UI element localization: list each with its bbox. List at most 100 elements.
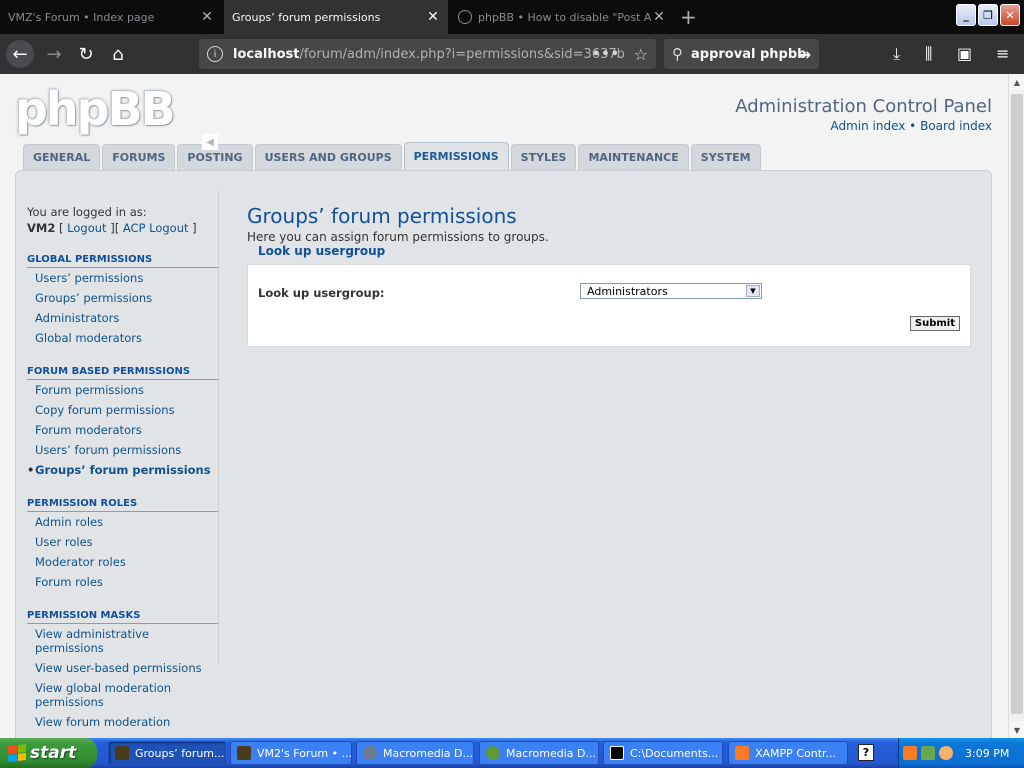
page-scrollbar[interactable]: ▲ ▼ — [1008, 74, 1024, 738]
menu-item-view-user-based-permissions[interactable]: View user-based permissions — [27, 658, 218, 678]
username: VM2 — [27, 221, 56, 235]
page-actions-icon[interactable]: ••• — [592, 47, 620, 62]
download-icon[interactable]: ⤓ — [893, 44, 900, 64]
scroll-up-arrow-icon[interactable]: ▲ — [1009, 74, 1024, 90]
windows-logo-icon — [8, 744, 26, 762]
url-bar[interactable]: i localhost/forum/adm/index.php?i=permis… — [199, 39, 656, 69]
menu-item-users-permissions[interactable]: Users’ permissions — [27, 268, 218, 288]
section-title-global-permissions: GLOBAL PERMISSIONS — [27, 254, 218, 268]
taskbar-item-macromedia-1[interactable]: Macromedia D... — [356, 741, 474, 765]
close-window-button[interactable]: ✕ — [1000, 4, 1020, 26]
navigation-toolbar: ← → ↻ ⌂ i localhost/forum/adm/index.php?… — [0, 34, 1024, 74]
tab-label: VMZ's Forum • Index page — [8, 10, 155, 24]
link-separator: • — [909, 119, 917, 133]
page-title: Groups’ forum permissions — [247, 204, 517, 228]
scroll-down-arrow-icon[interactable]: ▼ — [1009, 722, 1024, 738]
tab-users-and-groups[interactable]: USERS AND GROUPS — [254, 144, 402, 170]
window-controls: _ ❐ ✕ — [956, 4, 1020, 26]
menu-item-admin-roles[interactable]: Admin roles — [27, 512, 218, 532]
info-icon[interactable]: i — [207, 46, 223, 62]
system-tray: 3:09 PM — [898, 738, 1024, 768]
menu-item-global-moderators[interactable]: Global moderators — [27, 328, 218, 348]
close-icon[interactable]: ✕ — [426, 9, 440, 25]
menu-item-administrators[interactable]: Administrators — [27, 308, 218, 328]
board-index-link[interactable]: Board index — [920, 119, 992, 133]
task-label: Macromedia D... — [383, 746, 474, 760]
taskbar-item-macromedia-2[interactable]: Macromedia D... — [479, 741, 599, 765]
home-icon[interactable]: ⌂ — [104, 40, 132, 68]
submit-button[interactable]: Submit — [909, 316, 960, 331]
menu-item-users-forum-permissions[interactable]: Users’ forum permissions — [27, 440, 218, 460]
header-links: Admin index • Board index — [830, 119, 992, 133]
search-bar[interactable]: ⚲ approval phpbb → — [664, 39, 819, 69]
section-title-permission-roles: PERMISSION ROLES — [27, 498, 218, 512]
menu-item-view-forum-moderation[interactable]: View forum moderation — [27, 712, 218, 732]
menu-item-groups-permissions[interactable]: Groups’ permissions — [27, 288, 218, 308]
reload-icon[interactable]: ↻ — [72, 40, 100, 68]
help-icon[interactable]: ? — [858, 744, 874, 761]
menu-item-forum-permissions[interactable]: Forum permissions — [27, 380, 218, 400]
tab-permissions[interactable]: PERMISSIONS — [403, 142, 509, 170]
menu-item-forum-moderators[interactable]: Forum moderators — [27, 420, 218, 440]
browser-tab-phpbb-how-to[interactable]: phpBB • How to disable "Post Ap ✕ — [450, 0, 674, 34]
taskbar-item-xampp[interactable]: XAMPP Contr... — [728, 741, 848, 765]
browser-tab-forum-index[interactable]: VMZ's Forum • Index page ✕ — [0, 0, 222, 34]
phpbb-logo[interactable]: phpBB — [15, 82, 176, 136]
logged-in-as-label: You are logged in as: — [27, 205, 147, 219]
section-title-permission-masks: PERMISSION MASKS — [27, 610, 218, 624]
tab-styles[interactable]: STYLES — [510, 144, 577, 170]
search-tray-icon[interactable] — [939, 746, 953, 760]
menu-item-copy-forum-permissions[interactable]: Copy forum permissions — [27, 400, 218, 420]
lookup-usergroup-fieldset: Look up usergroup: Administrators ▼ Subm… — [247, 264, 971, 347]
collapse-sidebar-icon[interactable]: ◀ — [202, 134, 218, 150]
fieldset-legend: Look up usergroup — [258, 244, 386, 258]
firefox-icon — [237, 746, 251, 760]
minimize-button[interactable]: _ — [956, 4, 976, 26]
sidebar-divider — [218, 190, 219, 664]
forward-arrow-icon[interactable]: → — [40, 40, 68, 68]
library-icon[interactable]: ⫼ — [925, 44, 932, 64]
tab-label: Groups’ forum permissions — [232, 10, 381, 24]
close-icon[interactable]: ✕ — [652, 9, 666, 25]
back-arrow-icon[interactable]: ← — [6, 40, 34, 68]
xampp-icon — [735, 746, 749, 760]
menu-item-forum-roles[interactable]: Forum roles — [27, 572, 218, 592]
taskbar-item-firefox-forum[interactable]: VM2's Forum • ... — [230, 741, 352, 765]
search-icon: ⚲ — [672, 45, 683, 63]
menu-item-view-global-moderation-permissions[interactable]: View global moderation permissions — [27, 678, 218, 712]
search-go-arrow-icon[interactable]: → — [798, 45, 811, 64]
sidebar-toggle-icon[interactable]: ▣ — [957, 44, 972, 63]
chevron-down-icon[interactable]: ▼ — [746, 285, 760, 297]
hamburger-menu-icon[interactable]: ≡ — [996, 44, 1009, 63]
url-path: /forum/adm/index.php?i=permissions&sid=3… — [299, 46, 625, 62]
taskbar-item-firefox[interactable]: Groups’ forum... — [108, 741, 226, 765]
tab-forums[interactable]: FORUMS — [102, 144, 176, 170]
menu-item-user-roles[interactable]: User roles — [27, 532, 218, 552]
scrollbar-thumb[interactable] — [1011, 94, 1023, 714]
start-button[interactable]: start — [0, 738, 97, 768]
menu-item-view-administrative-permissions[interactable]: View administrative permissions — [27, 624, 218, 658]
close-icon[interactable]: ✕ — [200, 9, 214, 25]
taskbar-item-documents[interactable]: C:\Documents... — [603, 741, 723, 765]
logout-link[interactable]: Logout — [67, 221, 106, 235]
new-tab-icon[interactable]: + — [680, 5, 697, 29]
select-value: Administrators — [587, 284, 668, 298]
bookmark-star-icon[interactable]: ☆ — [634, 45, 648, 64]
macromedia-icon — [486, 746, 500, 760]
firefox-icon — [115, 746, 129, 760]
tab-label: phpBB • How to disable "Post Ap — [478, 10, 652, 24]
tab-maintenance[interactable]: MAINTENANCE — [578, 144, 689, 170]
admin-index-link[interactable]: Admin index — [830, 119, 905, 133]
task-label: Macromedia D... — [506, 746, 597, 760]
acp-logout-link[interactable]: ACP Logout — [123, 221, 189, 235]
menu-item-groups-forum-permissions[interactable]: Groups’ forum permissions — [27, 460, 218, 480]
page-description: Here you can assign forum permissions to… — [247, 230, 549, 244]
menu-item-moderator-roles[interactable]: Moderator roles — [27, 552, 218, 572]
maximize-button[interactable]: ❐ — [978, 4, 998, 26]
tab-general[interactable]: GENERAL — [23, 144, 101, 170]
browser-tab-groups-forum-permissions[interactable]: Groups’ forum permissions ✕ — [224, 0, 448, 34]
usergroup-select[interactable]: Administrators ▼ — [580, 283, 762, 299]
tab-system[interactable]: SYSTEM — [690, 144, 761, 170]
network-tray-icon[interactable] — [921, 746, 935, 760]
xampp-tray-icon[interactable] — [903, 746, 917, 760]
